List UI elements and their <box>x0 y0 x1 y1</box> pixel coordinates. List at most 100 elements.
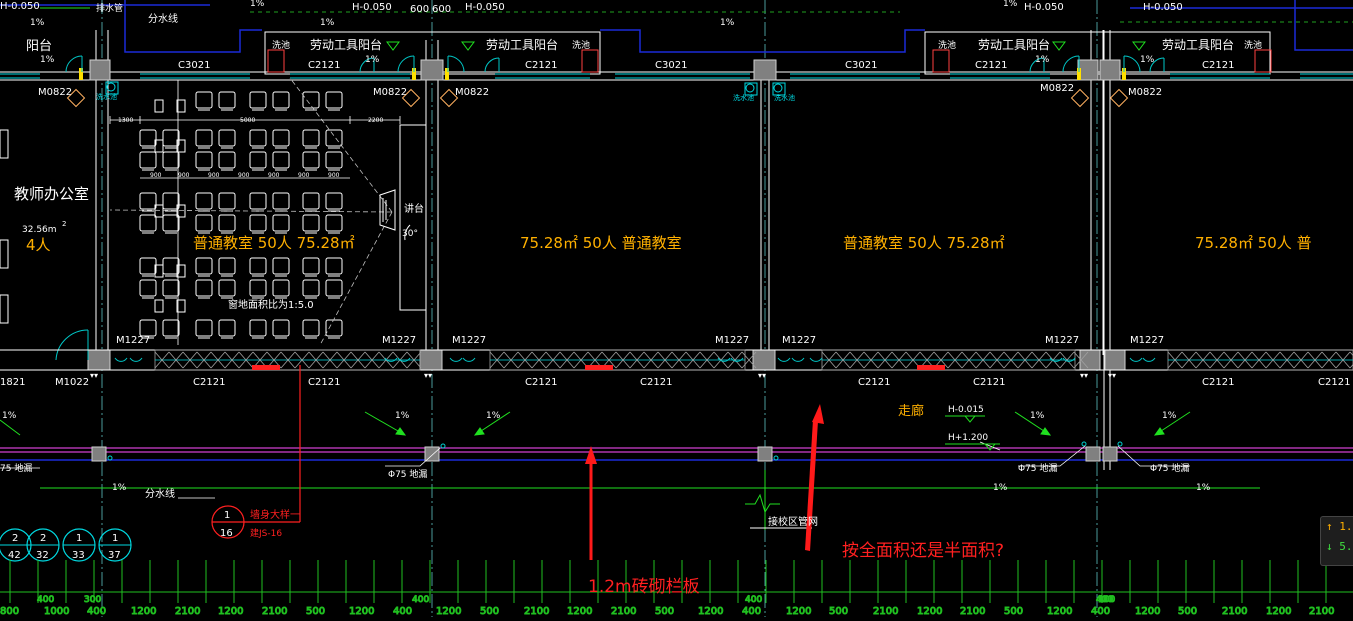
dim-text-lower: 400 <box>742 606 761 617</box>
elev-label-2: H-0.050 <box>352 2 392 13</box>
desk <box>218 192 236 210</box>
desk <box>195 214 213 232</box>
bubble-top: 1 <box>112 533 118 544</box>
north-windows <box>0 73 1353 79</box>
dim-text-lower: 500 <box>655 606 674 617</box>
desk <box>302 151 320 169</box>
dim-text-lower: 1200 <box>131 606 156 617</box>
detail-number: 1 <box>224 510 230 521</box>
dim-text-upper: 100 <box>1098 595 1115 605</box>
classroom-1-label: 普通教室 50人 75.28㎡ <box>193 234 355 252</box>
desk <box>218 151 236 169</box>
desk <box>249 151 267 169</box>
slope-text: 1% <box>30 18 45 28</box>
slope-text: 1% <box>1196 483 1211 493</box>
office-people: 4人 <box>26 236 51 254</box>
dim-text-upper: 400 <box>412 595 429 605</box>
door-swing <box>1142 357 1156 362</box>
bubble-bottom: 32 <box>36 550 49 561</box>
desk <box>325 279 343 297</box>
top-text: 排水管 分水线 H-0.050 H-0.050 H-0.050 H-0.050 … <box>0 0 1262 102</box>
desk <box>139 279 157 297</box>
dim-text-lower: 1200 <box>1266 606 1291 617</box>
door-tag-top: M0822 <box>455 87 489 98</box>
desk <box>218 91 236 109</box>
slope-label-t6: 1% <box>1003 0 1018 9</box>
podium-label: 讲台 <box>404 202 424 215</box>
door-swing <box>129 357 143 362</box>
desk-dim: 5000 <box>240 117 255 124</box>
dim-text-lower: 400 <box>87 606 106 617</box>
desk <box>272 91 290 109</box>
desk <box>249 319 267 337</box>
window-tag-bottom: C2121 <box>193 377 225 388</box>
tool-balcony-label-3: 劳动工具阳台 <box>978 37 1050 52</box>
desk-row-dim: 900 <box>268 172 280 179</box>
desk <box>272 129 290 147</box>
dim-text-lower: 1200 <box>349 606 374 617</box>
detail-sheet: 16 <box>220 528 233 539</box>
desk <box>325 257 343 275</box>
dim-text-lower: 2100 <box>175 606 200 617</box>
door-tag-bottom: M1227 <box>382 335 416 346</box>
slope-text: 1% <box>320 18 335 28</box>
desk <box>302 279 320 297</box>
elev-corridor-b: H+1.200 <box>948 433 988 443</box>
status-panel: ↑ 1. ↓ 5. <box>1320 516 1353 566</box>
office-area: 32.56m <box>22 225 57 235</box>
drain-pipe-label: 排水管 <box>96 2 123 14</box>
axis-bubbles: 2 42 2 32 1 33 1 37 <box>0 528 132 562</box>
dim-text-lower: 1200 <box>436 606 461 617</box>
desk <box>218 319 236 337</box>
desk-dim: 1300 <box>118 117 133 124</box>
zone-pipe-label: 接校区管网 <box>768 515 818 528</box>
divide-line-label-top: 分水线 <box>148 12 178 25</box>
podium <box>379 124 427 311</box>
elev-label-1: H-0.050 <box>0 1 40 12</box>
desk <box>302 257 320 275</box>
desk <box>272 257 290 275</box>
cad-viewport[interactable]: ▾▾ ▾▾ ▾▾ ▾▾ ▾▾ 2 42 2 32 1 33 1 37 400 3… <box>0 0 1353 618</box>
tool-balcony-label-4: 劳动工具阳台 <box>1162 37 1234 52</box>
wash-label-3: 洗池 <box>938 39 956 51</box>
aisle-marker <box>154 299 164 313</box>
red-arrows <box>585 404 824 560</box>
slope-text: 1% <box>1030 411 1045 421</box>
floor-plan-drawing[interactable]: ▾▾ ▾▾ ▾▾ ▾▾ ▾▾ 242232133137 400 300 400 … <box>0 0 1353 618</box>
dim-text-upper: 400 <box>37 595 54 605</box>
divide-line-label-bottom: 分水线 <box>145 487 175 500</box>
desk <box>272 214 290 232</box>
wash-label-1: 洗池 <box>272 39 290 51</box>
desk <box>302 319 320 337</box>
bubble-bottom: 42 <box>8 550 21 561</box>
office-name: 教师办公室 <box>14 185 89 203</box>
window-tag-bottom: C2121 <box>525 377 557 388</box>
detail-title: 墙身大样一 <box>250 508 300 521</box>
slope-text: 1% <box>1162 411 1177 421</box>
desk <box>195 129 213 147</box>
desk <box>325 192 343 210</box>
status-down: ↓ 5. <box>1326 540 1353 553</box>
desk <box>139 129 157 147</box>
desk <box>218 129 236 147</box>
dim-text-lower: 500 <box>1178 606 1197 617</box>
desk <box>218 214 236 232</box>
corridor-label: 走廊 <box>898 403 924 419</box>
sink-label: 洗水池 <box>774 93 795 102</box>
drain-leaders <box>0 441 1190 499</box>
elev-label-3: H-0.050 <box>465 2 505 13</box>
slope-text: 1% <box>2 411 17 421</box>
classroom-2-label: 75.28㎡ 50人 普通教室 <box>520 234 682 252</box>
office-area-sup: 2 <box>62 220 66 228</box>
window-tag-left-fragment: 1821 <box>0 377 25 388</box>
desk <box>249 279 267 297</box>
dim-text-lower: 2100 <box>873 606 898 617</box>
desk <box>195 257 213 275</box>
desk-row-dim: 900 <box>238 172 250 179</box>
bubble-top: 2 <box>40 533 46 544</box>
desk <box>249 257 267 275</box>
desk <box>195 192 213 210</box>
desk <box>325 214 343 232</box>
dim-text-lower: 2100 <box>611 606 636 617</box>
desk <box>195 279 213 297</box>
